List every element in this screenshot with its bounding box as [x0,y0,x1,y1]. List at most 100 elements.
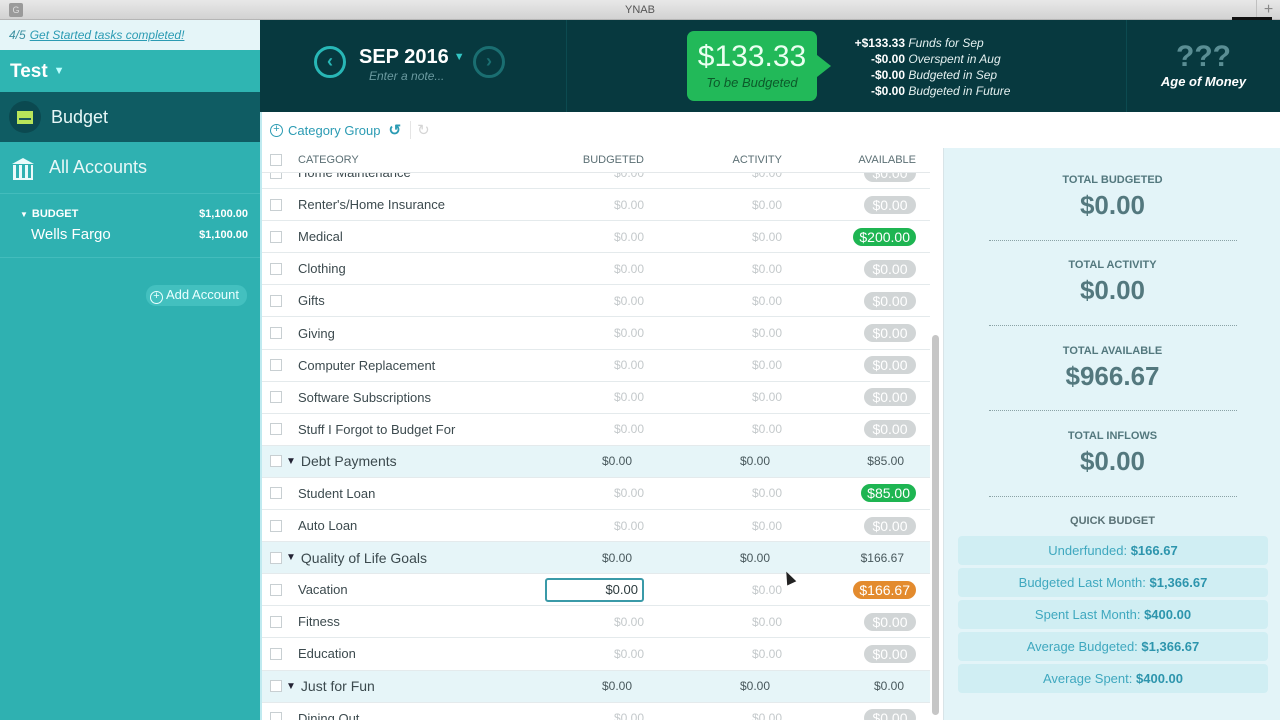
table-row[interactable]: Dining Out $0.00 $0.00 $0.00 [262,702,930,720]
activity-cell[interactable]: $0.00 [752,486,782,500]
add-category-group-button[interactable]: + Category Group [270,123,381,138]
budgeted-cell[interactable]: $0.00 [614,198,644,212]
activity-cell[interactable]: $0.00 [752,390,782,404]
category-group-name[interactable]: Just for Fun [301,678,375,694]
category-name[interactable]: Student Loan [298,486,375,501]
budgeted-cell[interactable]: $0.00 [614,615,644,629]
row-checkbox[interactable] [270,519,282,532]
category-name[interactable]: Auto Loan [298,518,357,533]
month-note-input[interactable]: Enter a note... [369,69,444,83]
table-row[interactable]: Computer Replacement $0.00 $0.00 $0.00 [262,349,930,382]
row-checkbox[interactable] [270,198,282,211]
category-group-row[interactable]: ▼ Debt Payments $0.00 $0.00 $85.00 [262,445,930,478]
budgeted-cell[interactable]: $0.00 [614,519,644,533]
category-group-row[interactable]: ▼ Just for Fun $0.00 $0.00 $0.00 [262,670,930,703]
month-selector[interactable]: SEP 2016 ▼ [359,46,465,69]
category-group-name[interactable]: Quality of Life Goals [301,550,427,566]
row-checkbox[interactable] [270,230,282,243]
available-pill[interactable]: $0.00 [864,291,916,310]
budgeted-cell[interactable]: $0.00 [614,294,644,308]
quick-budget-average-spent[interactable]: Average Spent: $400.00 [958,664,1268,693]
to-be-budgeted-box[interactable]: $133.33 To be Budgeted [687,31,831,101]
quick-budget-budgeted-last-month[interactable]: Budgeted Last Month: $1,366.67 [958,568,1268,597]
category-name[interactable]: Stuff I Forgot to Budget For [298,422,455,437]
category-name[interactable]: Software Subscriptions [298,390,431,405]
category-name[interactable]: Renter's/Home Insurance [298,197,445,212]
category-name[interactable]: Computer Replacement [298,358,435,373]
row-checkbox[interactable] [270,487,282,500]
table-row[interactable]: Education $0.00 $0.00 $0.00 [262,638,930,671]
activity-cell[interactable]: $0.00 [752,262,782,276]
budgeted-cell[interactable]: $0.00 [614,390,644,404]
collapse-triangle-icon[interactable]: ▼ [286,456,296,467]
select-all-checkbox[interactable] [270,154,282,166]
table-row[interactable]: Fitness $0.00 $0.00 $0.00 [262,606,930,639]
activity-cell[interactable]: $0.00 [752,358,782,372]
budgeted-cell[interactable]: $0.00 [614,422,644,436]
category-name[interactable]: Gifts [298,293,325,308]
table-row[interactable]: Giving $0.00 $0.00 $0.00 [262,317,930,350]
category-name[interactable]: Fitness [298,614,340,629]
budgeted-cell[interactable]: $0.00 [602,454,632,468]
column-header-category[interactable]: CATEGORY [298,154,510,166]
category-name[interactable]: Medical [298,229,343,244]
available-pill[interactable]: $85.00 [861,484,916,503]
available-pill[interactable]: $0.00 [864,324,916,343]
budget-switcher[interactable]: Test ▼ [0,50,260,92]
quick-budget-underfunded[interactable]: Underfunded: $166.67 [958,536,1268,565]
category-name[interactable]: Vacation [298,582,348,597]
table-row[interactable]: Auto Loan $0.00 $0.00 $0.00 [262,510,930,543]
category-name[interactable]: Education [298,646,356,661]
previous-month-button[interactable]: ‹ [314,46,346,78]
collapse-triangle-icon[interactable]: ▼ [286,681,296,692]
redo-icon[interactable]: ↻ [410,121,430,139]
row-checkbox[interactable] [270,391,282,404]
category-name[interactable]: Giving [298,326,335,341]
row-checkbox[interactable] [270,294,282,307]
row-checkbox[interactable] [270,455,282,468]
row-checkbox[interactable] [270,423,282,436]
budgeted-cell[interactable]: $0.00 [614,358,644,372]
get-started-link[interactable]: Get Started tasks completed! [30,28,185,42]
available-pill[interactable]: $0.00 [864,388,916,407]
row-checkbox[interactable] [270,359,282,372]
table-row[interactable]: Software Subscriptions $0.00 $0.00 $0.00 [262,381,930,414]
table-scrollbar[interactable] [932,335,939,715]
activity-cell[interactable]: $0.00 [752,711,782,720]
row-checkbox[interactable] [270,680,282,693]
available-pill[interactable]: $0.00 [864,259,916,278]
activity-cell[interactable]: $0.00 [752,230,782,244]
quick-budget-spent-last-month[interactable]: Spent Last Month: $400.00 [958,600,1268,629]
activity-cell[interactable]: $0.00 [752,198,782,212]
sidebar-item-all-accounts[interactable]: All Accounts [0,142,260,194]
activity-cell[interactable]: $0.00 [752,583,782,597]
available-pill[interactable]: $200.00 [853,227,916,246]
category-name[interactable]: Dining Out [298,711,359,720]
activity-cell[interactable]: $0.00 [752,294,782,308]
row-checkbox[interactable] [270,712,282,720]
row-checkbox[interactable] [270,647,282,660]
available-pill[interactable]: $0.00 [864,612,916,631]
available-pill[interactable]: $0.00 [864,195,916,214]
account-group-header[interactable]: ▼ BUDGET $1,100.00 [20,208,248,220]
table-row[interactable]: Gifts $0.00 $0.00 $0.00 [262,285,930,318]
next-month-button[interactable]: › [473,46,505,78]
collapse-triangle-icon[interactable]: ▼ [286,552,296,563]
activity-cell[interactable]: $0.00 [740,551,770,565]
table-row[interactable]: Renter's/Home Insurance $0.00 $0.00 $0.00 [262,189,930,222]
activity-cell[interactable]: $0.00 [752,326,782,340]
activity-cell[interactable]: $0.00 [752,647,782,661]
undo-icon[interactable]: ↺ [389,121,402,139]
table-row[interactable]: Clothing $0.00 $0.00 $0.00 [262,253,930,286]
table-row[interactable]: Stuff I Forgot to Budget For $0.00 $0.00 $0… [262,413,930,446]
table-row[interactable]: Medical $0.00 $0.00 $200.00 [262,221,930,254]
category-group-row[interactable]: ▼ Quality of Life Goals $0.00 $0.00 $166.67 [262,542,930,575]
budgeted-cell[interactable]: $0.00 [614,230,644,244]
available-pill[interactable]: $0.00 [864,356,916,375]
row-checkbox[interactable] [270,551,282,564]
quick-budget-average-budgeted[interactable]: Average Budgeted: $1,366.67 [958,632,1268,661]
budgeted-input[interactable]: $0.00 [545,577,644,602]
table-row[interactable]: Vacation $0.00 $0.00 $166.67 [262,574,930,607]
row-checkbox[interactable] [270,327,282,340]
available-pill[interactable]: $166.67 [853,580,916,599]
